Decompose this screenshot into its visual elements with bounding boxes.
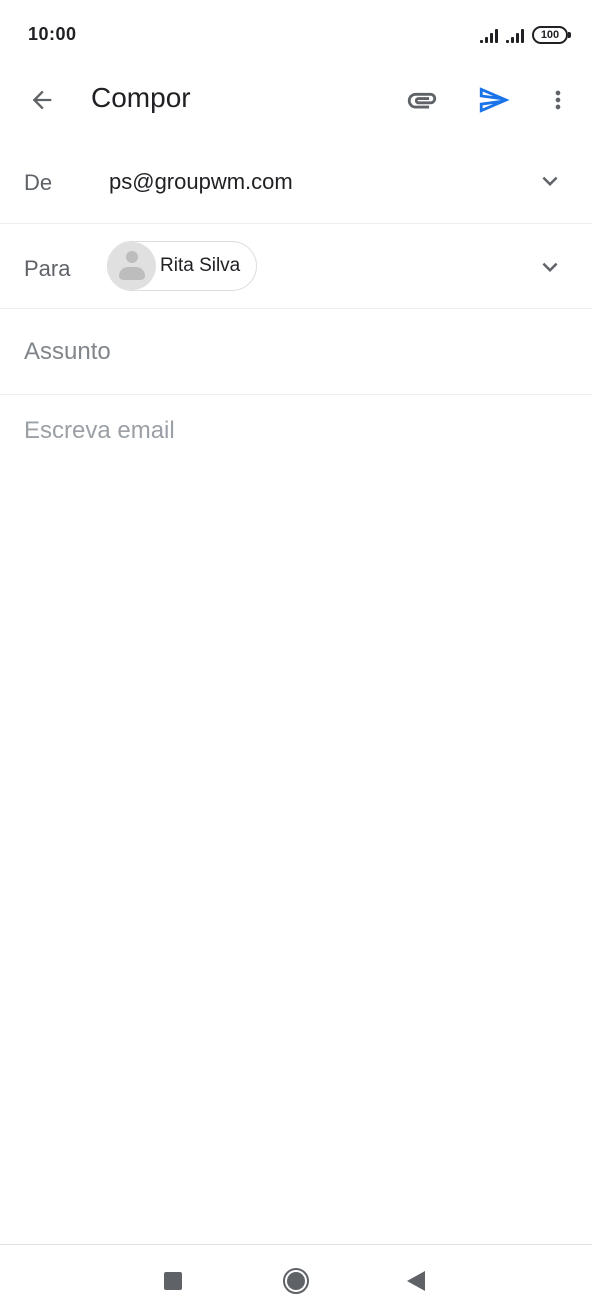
more-options-button[interactable]: [534, 76, 582, 124]
status-time: 10:00: [28, 24, 77, 44]
from-row: De ps@groupwm.com: [0, 140, 592, 224]
home-icon: [287, 1272, 305, 1290]
nav-back-button[interactable]: [407, 1271, 425, 1291]
from-label: De: [24, 170, 53, 195]
paperclip-icon: [407, 92, 437, 109]
attach-button[interactable]: [398, 76, 446, 124]
back-button[interactable]: [18, 76, 66, 124]
arrow-back-icon: [32, 90, 52, 110]
signal-icon: [506, 27, 524, 43]
to-label: Para: [24, 256, 71, 281]
navigation-bar: [0, 1244, 592, 1316]
chevron-down-icon: [542, 176, 558, 186]
from-expand-button[interactable]: [530, 161, 570, 201]
to-expand-button[interactable]: [530, 247, 570, 287]
home-button[interactable]: [283, 1268, 309, 1294]
status-icons: 100: [480, 24, 571, 46]
send-icon: [479, 87, 510, 113]
from-account[interactable]: ps@groupwm.com: [109, 169, 293, 195]
email-body-input[interactable]: [24, 417, 568, 1197]
avatar: [108, 242, 156, 290]
recipient-name: Rita Silva: [160, 255, 241, 276]
app-bar: Compor: [0, 70, 592, 128]
recipient-chip[interactable]: Rita Silva: [107, 241, 258, 291]
status-bar: 10:00 100: [0, 0, 592, 70]
send-button[interactable]: [470, 76, 518, 124]
to-row: Para Rita Silva: [0, 225, 592, 309]
recents-button[interactable]: [164, 1272, 182, 1290]
more-vert-icon: [555, 90, 561, 110]
battery-level: 100: [540, 29, 560, 41]
signal-icon: [480, 27, 498, 43]
page-title: Compor: [91, 82, 191, 113]
chevron-down-icon: [542, 262, 558, 272]
battery-icon: 100: [532, 26, 571, 44]
subject-row: [0, 310, 592, 395]
subject-input[interactable]: [24, 338, 564, 366]
